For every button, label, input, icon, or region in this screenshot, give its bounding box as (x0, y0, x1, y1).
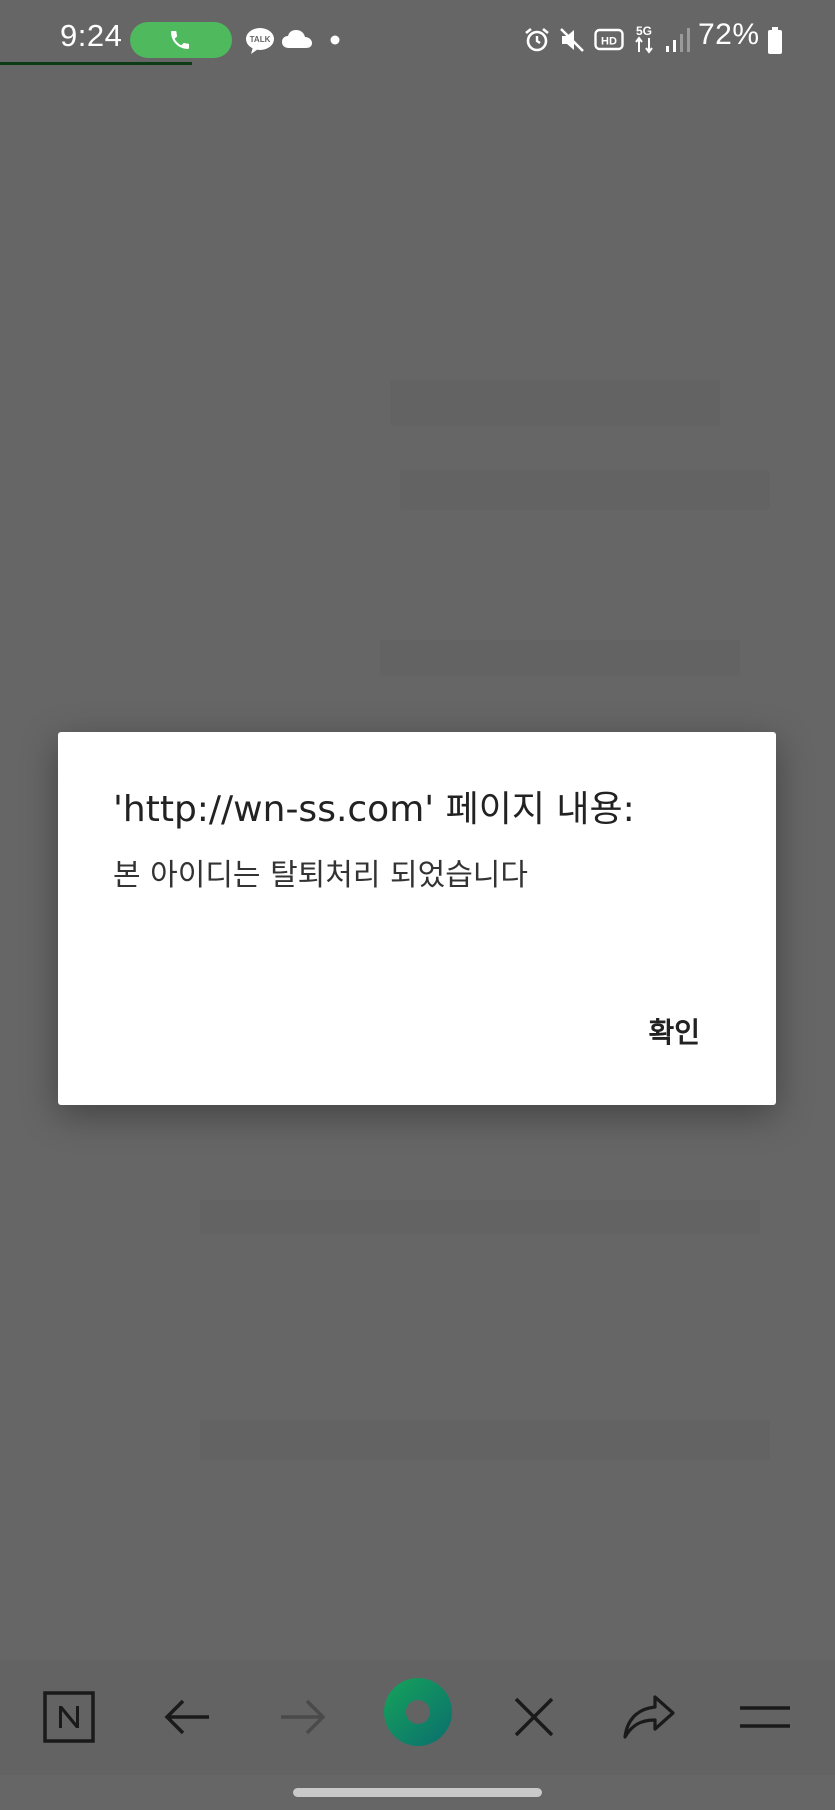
forward-arrow-icon (281, 1699, 326, 1735)
back-arrow-icon (164, 1699, 209, 1735)
background-page (390, 380, 720, 426)
call-icon (171, 31, 189, 49)
alarm-icon (525, 27, 549, 52)
kakaotalk-icon: TALK (246, 28, 274, 54)
alert-dialog: 'http://wn-ss.com' 페이지 내용: 본 아이디는 탈퇴처리 되… (58, 732, 776, 1105)
background-page (200, 1420, 770, 1460)
background-page (200, 1200, 760, 1234)
menu-icon (740, 1706, 790, 1728)
share-button[interactable] (614, 1682, 684, 1752)
5g-icon: 5G (635, 24, 653, 54)
mute-icon (560, 28, 584, 52)
battery-icon (768, 27, 782, 54)
close-button[interactable] (499, 1682, 569, 1752)
status-bar: 9:24 TALK HD 5G 72% (0, 0, 835, 80)
dot-icon (330, 35, 340, 45)
background-page (380, 640, 740, 676)
signal-icon (666, 28, 690, 52)
status-time: 9:24 (60, 18, 123, 53)
cloud-icon (282, 30, 312, 48)
naver-home-icon (43, 1691, 95, 1743)
background-page (400, 470, 770, 510)
dialog-title: 'http://wn-ss.com' 페이지 내용: (113, 789, 635, 830)
share-icon (623, 1695, 675, 1739)
svg-text:HD: HD (601, 36, 617, 48)
home-indicator[interactable] (293, 1788, 542, 1797)
svg-text:TALK: TALK (250, 35, 271, 44)
back-button[interactable] (152, 1682, 222, 1752)
dialog-message: 본 아이디는 탈퇴처리 되었습니다 (113, 858, 529, 893)
green-dot-button[interactable] (383, 1677, 453, 1747)
close-icon (514, 1697, 554, 1737)
forward-button[interactable] (268, 1682, 338, 1752)
browser-toolbar (0, 1660, 835, 1775)
page-load-progress (0, 62, 192, 65)
confirm-button[interactable]: 확인 (644, 1007, 704, 1055)
green-dot-icon (384, 1678, 452, 1746)
battery-percent: 72% (698, 18, 760, 51)
naver-home-button[interactable] (34, 1682, 104, 1752)
ongoing-call-pill[interactable] (130, 22, 232, 58)
hd-icon: HD (594, 28, 624, 51)
svg-text:5G: 5G (636, 24, 652, 38)
menu-button[interactable] (730, 1682, 800, 1752)
